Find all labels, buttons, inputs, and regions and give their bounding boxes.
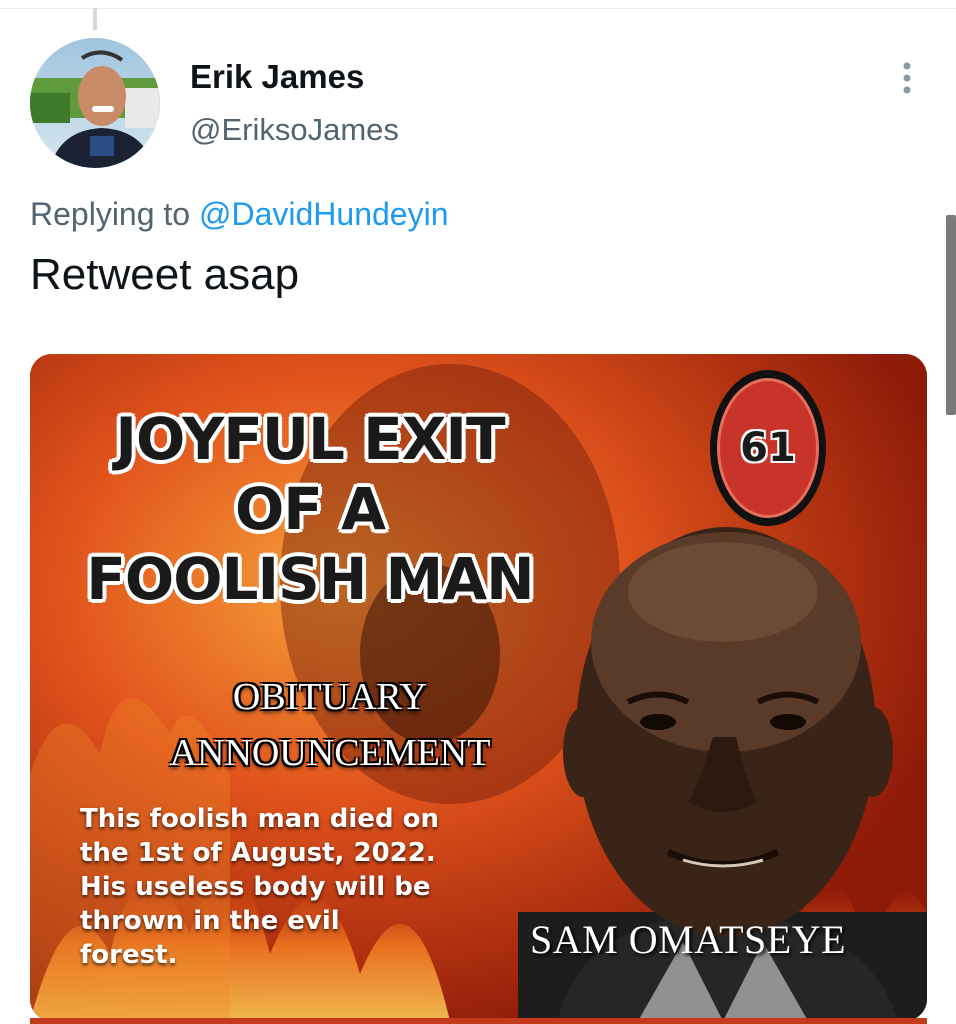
obituary-line-1: OBITUARY bbox=[232, 676, 428, 718]
author-name[interactable]: Erik James bbox=[190, 58, 364, 96]
avatar[interactable] bbox=[30, 38, 160, 168]
obituary-heading: OBITUARY ANNOUNCEMENT bbox=[120, 669, 540, 781]
tweet-text: Retweet asap bbox=[30, 250, 300, 299]
thread-connector-line bbox=[93, 8, 97, 30]
replying-to-label: Replying to bbox=[30, 196, 191, 232]
headline-line-1: Joyful Exit bbox=[115, 405, 505, 473]
obituary-body-text: This foolish man died on the 1st of Augu… bbox=[80, 804, 439, 970]
more-options-button[interactable] bbox=[895, 58, 919, 98]
headline-line-3: Foolish Man bbox=[86, 545, 534, 613]
reply-mention-link[interactable]: @DavidHundeyin bbox=[199, 196, 449, 232]
more-vertical-icon bbox=[903, 62, 911, 94]
avatar-photo bbox=[30, 38, 160, 168]
obituary-line-2: ANNOUNCEMENT bbox=[169, 732, 491, 774]
age-badge: 61 bbox=[710, 370, 826, 526]
tweet-image[interactable]: Joyful Exit of a Foolish Man 61 OBITUARY… bbox=[30, 354, 927, 1021]
age-badge-text: 61 bbox=[740, 425, 796, 471]
image-headline: Joyful Exit of a Foolish Man bbox=[50, 404, 570, 614]
replying-to: Replying to @DavidHundeyin bbox=[30, 196, 448, 233]
person-name: SAM OMATSEYE bbox=[530, 917, 847, 962]
age-badge-inner: 61 bbox=[717, 378, 819, 518]
next-media-edge bbox=[30, 1018, 927, 1024]
headline-line-2: of a bbox=[234, 475, 386, 543]
scrollbar-thumb[interactable] bbox=[946, 215, 956, 415]
top-divider bbox=[0, 0, 956, 9]
author-handle[interactable]: @EriksoJames bbox=[190, 112, 399, 148]
